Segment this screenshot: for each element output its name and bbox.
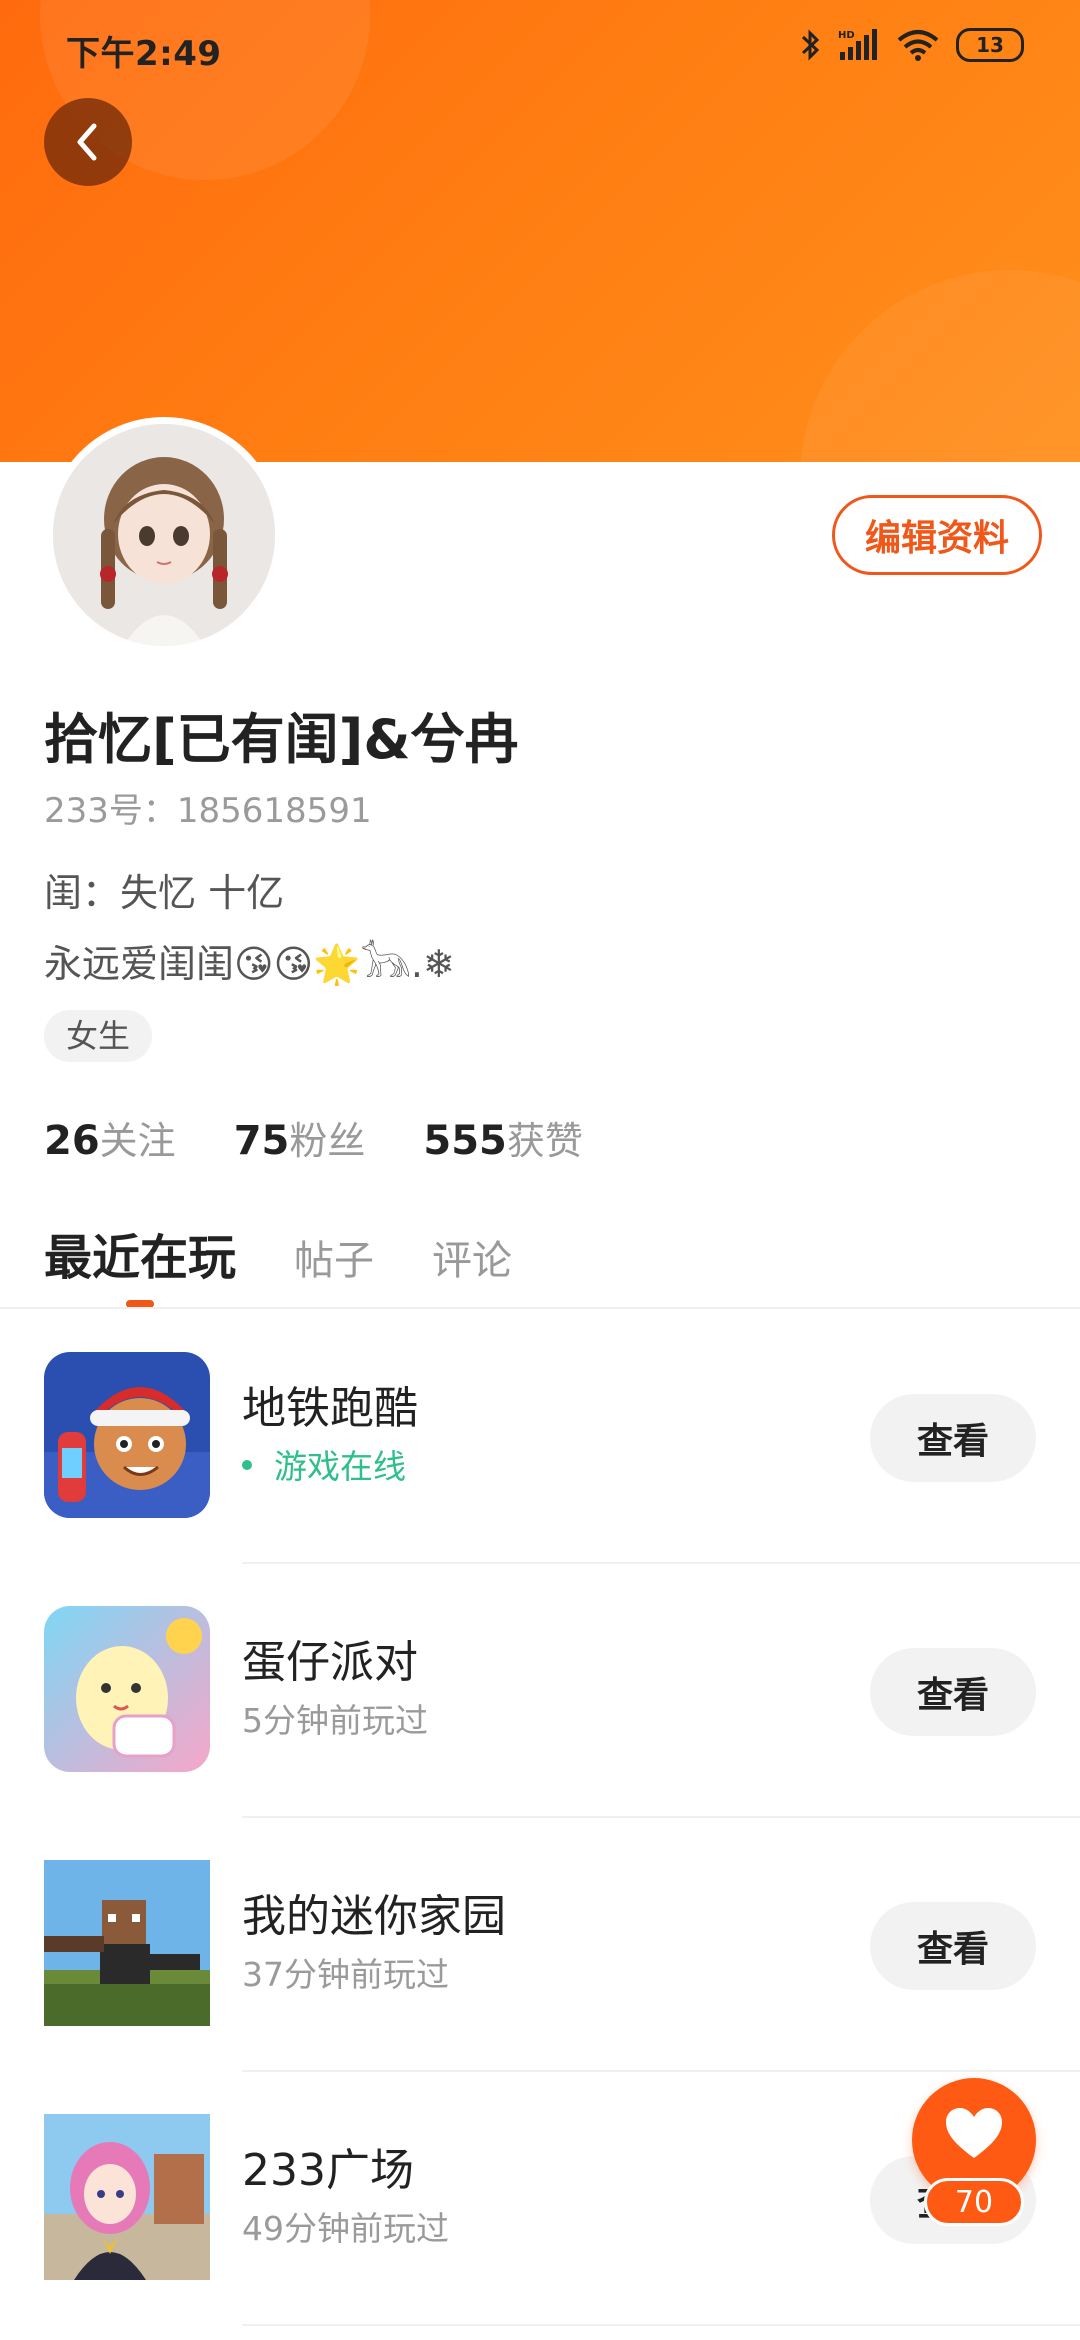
avatar-illustration xyxy=(53,424,275,646)
game-list-item[interactable]: 地铁跑酷 游戏在线 查看 xyxy=(0,1310,1080,1564)
online-dot-icon xyxy=(242,1459,252,1470)
profile-bio-line: 永远爱闺闺😘😘🌟𓃥.❄ xyxy=(44,942,455,986)
game-icon xyxy=(44,1860,210,2026)
view-game-button[interactable]: 查看 xyxy=(870,1394,1036,1482)
like-count-badge: 70 xyxy=(924,2178,1024,2226)
stat-count: 555 xyxy=(423,1118,507,1164)
bluetooth-icon xyxy=(801,29,820,61)
tab-comments[interactable]: 评论 xyxy=(432,1228,512,1286)
battery-indicator: 13 xyxy=(956,28,1024,62)
cellular-signal-icon: HD xyxy=(838,29,877,60)
edit-profile-button[interactable]: 编辑资料 xyxy=(832,495,1042,575)
game-name: 我的迷你家园 xyxy=(242,1891,506,1942)
stat-label: 粉丝 xyxy=(289,1119,366,1163)
avatar-image xyxy=(53,424,275,646)
gender-tag: 女生 xyxy=(44,1010,153,1062)
game-name: 233广场 xyxy=(242,2145,414,2196)
view-game-button[interactable]: 查看 xyxy=(870,1648,1036,1736)
game-icon xyxy=(44,1352,210,1518)
divider xyxy=(242,2324,1080,2326)
chevron-left-icon xyxy=(77,123,97,161)
profile-tabs: 最近在玩 帖子 评论 xyxy=(44,1218,512,1288)
tab-posts[interactable]: 帖子 xyxy=(294,1228,374,1286)
game-name: 蛋仔派对 xyxy=(242,1637,418,1688)
game-name: 地铁跑酷 xyxy=(242,1383,418,1434)
heart-icon xyxy=(946,2108,1002,2158)
game-icon xyxy=(44,2114,210,2280)
game-icon xyxy=(44,1606,210,1772)
profile-stats: 26关注 75粉丝 555获赞 xyxy=(44,1110,583,1165)
profile-uid: 233号：185618591 xyxy=(44,791,372,831)
stat-following[interactable]: 26关注 xyxy=(44,1110,176,1165)
status-time: 下午2:49 xyxy=(66,34,222,74)
status-bar: 下午2:49 HD 13 xyxy=(0,0,1080,95)
stat-label: 获赞 xyxy=(506,1119,583,1163)
game-list-item[interactable]: 我的迷你家园 37分钟前玩过 查看 xyxy=(0,1818,1080,2072)
stat-label: 关注 xyxy=(99,1119,176,1163)
stat-likes[interactable]: 555获赞 xyxy=(423,1110,583,1165)
view-game-button[interactable]: 查看 xyxy=(870,1902,1036,1990)
stat-count: 75 xyxy=(233,1118,290,1164)
stat-count: 26 xyxy=(44,1118,100,1164)
status-icons: HD 13 xyxy=(800,28,1024,62)
game-status-text: 游戏在线 xyxy=(274,1447,406,1486)
game-list-item[interactable]: 233广场 49分钟前玩过 查看 xyxy=(0,2072,1080,2326)
back-button[interactable] xyxy=(44,98,132,186)
stat-followers[interactable]: 75粉丝 xyxy=(234,1110,366,1165)
tab-recently-played[interactable]: 最近在玩 xyxy=(44,1218,236,1288)
profile-nickname: 拾忆[已有闺]&兮冉 xyxy=(44,708,519,771)
game-status-text: 49分钟前玩过 xyxy=(242,2209,449,2248)
game-status-text: 37分钟前玩过 xyxy=(242,1955,449,1994)
banner-decoration xyxy=(800,270,1080,462)
avatar[interactable] xyxy=(46,417,282,653)
profile-header-banner: 下午2:49 HD 13 xyxy=(0,0,1080,462)
profile-bio-line: 闺：失忆 十亿 xyxy=(44,871,285,915)
wifi-icon xyxy=(897,30,939,61)
divider xyxy=(0,1307,1080,1309)
network-type-label: HD xyxy=(838,30,855,41)
game-online-status: 游戏在线 xyxy=(242,1440,406,1488)
game-list-item[interactable]: 蛋仔派对 5分钟前玩过 查看 xyxy=(0,1564,1080,1818)
game-status-text: 5分钟前玩过 xyxy=(242,1701,428,1740)
